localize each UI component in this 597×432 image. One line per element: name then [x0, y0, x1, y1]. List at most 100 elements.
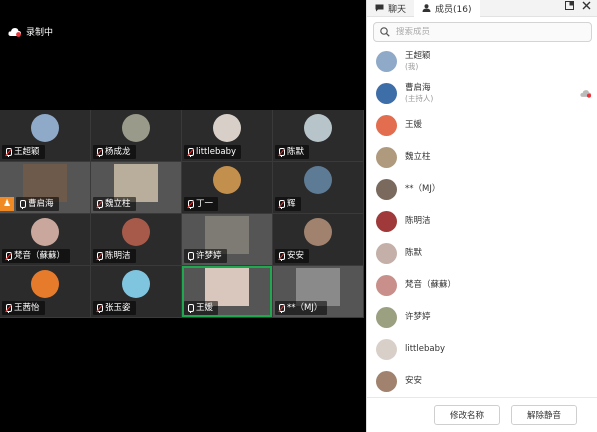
mic-muted-icon: [278, 147, 285, 157]
participant-avatar: [304, 166, 332, 194]
mic-icon: [19, 199, 26, 209]
participant-avatar: [304, 218, 332, 246]
recording-label: 录制中: [26, 28, 54, 38]
avatar: [376, 370, 397, 392]
member-row[interactable]: littlebaby: [367, 333, 597, 365]
member-name: 王超颖: [405, 50, 431, 61]
video-tile[interactable]: 魏立柱: [91, 162, 181, 213]
video-tile[interactable]: 张玉姿: [91, 266, 181, 317]
participant-name: 许梦婷: [196, 251, 222, 261]
member-row[interactable]: 陈明洁: [367, 205, 597, 237]
video-tile[interactable]: 陈默: [273, 110, 363, 161]
member-row[interactable]: 魏立柱: [367, 141, 597, 173]
recording-cloud-icon: [580, 90, 592, 98]
video-tile[interactable]: 辉: [273, 162, 363, 213]
video-tile[interactable]: 王超颖: [0, 110, 90, 161]
participant-avatar: [213, 166, 241, 194]
video-tile[interactable]: ♟ 曹启海: [0, 162, 90, 213]
mic-muted-icon: [96, 199, 103, 209]
mic-muted-icon: [187, 147, 194, 157]
member-name: 许梦婷: [405, 311, 431, 322]
mic-muted-icon: [96, 147, 103, 157]
avatar: [376, 242, 397, 264]
avatar: [376, 50, 397, 72]
mic-muted-icon: [278, 303, 285, 313]
member-search: [373, 22, 592, 42]
participant-avatar: [122, 270, 150, 298]
member-list: 王超颖 (我) 曹启海 (主持人) 王媛魏立柱 **（MJ） 陈明洁陈默梵音（蘇蘇） 许梦婷 l…: [367, 45, 597, 397]
participant-name-tag: **（MJ）: [275, 301, 328, 315]
participant-name: 杨成龙: [105, 147, 131, 157]
close-icon[interactable]: [582, 1, 591, 10]
member-row[interactable]: 梵音（蘇蘇）: [367, 269, 597, 301]
member-name: **（MJ）: [405, 183, 441, 194]
member-name: 曹启海: [405, 82, 431, 93]
member-row[interactable]: 许梦婷: [367, 301, 597, 333]
participant-name: 王茜怡: [14, 303, 40, 313]
tab-chat[interactable]: 聊天: [367, 0, 414, 17]
unmute-all-button[interactable]: 解除静音: [511, 405, 577, 425]
panel-actions: [565, 1, 591, 10]
member-info: 魏立柱: [405, 152, 431, 163]
mic-muted-icon: [278, 199, 285, 209]
participant-name-tag: 杨成龙: [93, 145, 136, 159]
participant-name: 丁一: [196, 199, 214, 209]
member-info: 曹启海 (主持人): [405, 83, 433, 104]
video-tile[interactable]: 王茜怡: [0, 266, 90, 317]
participant-name: 王超颖: [14, 147, 40, 157]
video-tile[interactable]: 许梦婷: [182, 214, 272, 265]
person-icon: [422, 4, 431, 12]
video-grid: 王超颖 杨成龙 littlebaby 陈默 ♟ 曹启海 魏立柱 丁一 辉梵音（蘇蘇） 陈明洁 许梦婷…: [0, 110, 364, 318]
member-info: 许梦婷: [405, 312, 431, 323]
avatar: [376, 306, 397, 328]
member-name: 陈明洁: [405, 215, 431, 226]
mic-muted-icon: [187, 199, 194, 209]
video-tile[interactable]: 王媛: [182, 266, 272, 317]
avatar: [376, 82, 397, 104]
avatar: [376, 274, 397, 296]
participant-name-tag: 曹启海: [16, 197, 59, 211]
video-tile[interactable]: **（MJ）: [273, 266, 363, 317]
member-row[interactable]: **（MJ）: [367, 173, 597, 205]
member-info: 王超颖 (我): [405, 51, 431, 72]
search-input[interactable]: [396, 27, 566, 37]
video-tile[interactable]: 陈明洁: [91, 214, 181, 265]
video-tile[interactable]: 梵音（蘇蘇）: [0, 214, 90, 265]
tab-members-label: 成员(16): [435, 4, 472, 15]
participant-name-tag: 辉: [275, 197, 301, 211]
rename-button[interactable]: 修改名称: [434, 405, 500, 425]
avatar: [376, 210, 397, 232]
mic-icon: [187, 303, 194, 313]
video-tile[interactable]: 丁一: [182, 162, 272, 213]
tab-members[interactable]: 成员(16): [414, 0, 480, 17]
video-tile[interactable]: 杨成龙: [91, 110, 181, 161]
member-row[interactable]: 陈默: [367, 237, 597, 269]
tab-chat-label: 聊天: [388, 4, 407, 15]
video-tile[interactable]: littlebaby: [182, 110, 272, 161]
mic-muted-icon: [5, 251, 12, 261]
participant-name: 陈明洁: [105, 251, 131, 261]
participant-avatar: [31, 114, 59, 142]
member-name: 梵音（蘇蘇）: [405, 279, 457, 290]
member-row[interactable]: 王媛: [367, 109, 597, 141]
popout-icon[interactable]: [565, 1, 574, 10]
participant-name: littlebaby: [196, 147, 237, 157]
member-row[interactable]: 王超颖 (我): [367, 45, 597, 77]
mic-muted-icon: [96, 303, 103, 313]
participant-name-tag: 梵音（蘇蘇）: [2, 249, 71, 263]
member-info: littlebaby: [405, 344, 445, 355]
participant-name-tag: 张玉姿: [93, 301, 136, 315]
panel-footer: 修改名称 解除静音: [367, 397, 597, 432]
meeting-window: 录制中 王超颖 杨成龙 littlebaby 陈默 ♟ 曹启海 魏立柱 丁一辉梵音（蘇蘇） 陈明…: [0, 0, 597, 432]
member-row[interactable]: 曹启海 (主持人): [367, 77, 597, 109]
video-tile[interactable]: 安安: [273, 214, 363, 265]
participant-name: 曹启海: [28, 199, 54, 209]
participant-name-tag: 丁一: [184, 197, 219, 211]
member-name: 王媛: [405, 119, 423, 130]
member-name: 安安: [405, 375, 423, 386]
participant-name: 陈默: [287, 147, 305, 157]
member-row[interactable]: 安安: [367, 365, 597, 397]
participant-name: 安安: [287, 251, 305, 261]
video-area: 录制中 王超颖 杨成龙 littlebaby 陈默 ♟ 曹启海 魏立柱 丁一 辉梵音（蘇蘇） 陈明…: [0, 0, 366, 432]
search-icon: [380, 27, 390, 37]
